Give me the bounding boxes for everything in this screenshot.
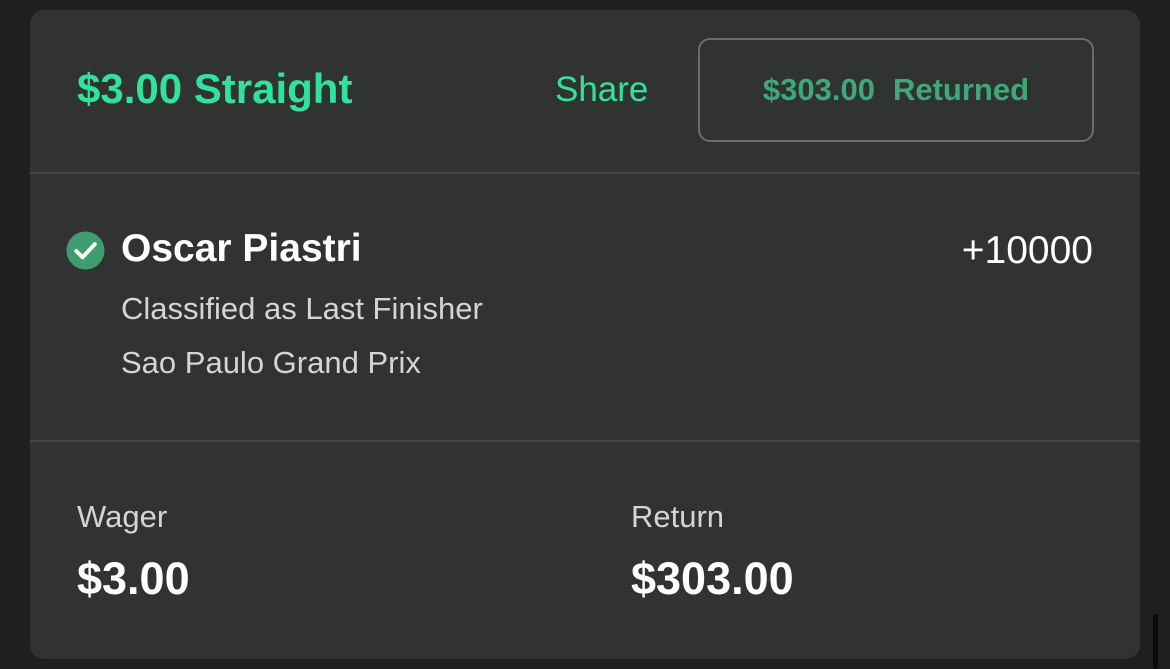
bet-title: $3.00 Straight bbox=[77, 65, 353, 112]
selection-event: Sao Paulo Grand Prix bbox=[121, 345, 421, 380]
return-value: $303.00 bbox=[631, 553, 794, 604]
bet-selection: Oscar Piastri +10000 Classified as Last … bbox=[30, 174, 1140, 440]
selection-name: Oscar Piastri bbox=[121, 227, 362, 270]
returned-label: Returned bbox=[892, 72, 1030, 107]
share-button[interactable]: Share bbox=[555, 69, 648, 111]
selection-market: Classified as Last Finisher bbox=[121, 291, 483, 326]
returned-amount: $303.00 bbox=[762, 72, 875, 107]
check-circle-icon bbox=[66, 231, 105, 270]
bet-totals: Wager $3.00 Return $303.00 bbox=[30, 442, 1140, 659]
returned-status-badge: $303.00 Returned bbox=[698, 38, 1094, 142]
scrollbar[interactable] bbox=[1153, 614, 1158, 669]
return-label: Return bbox=[631, 499, 725, 534]
wager-label: Wager bbox=[77, 499, 168, 534]
bet-card-header: $3.00 Straight Share $303.00 Returned bbox=[30, 10, 1140, 172]
wager-value: $3.00 bbox=[77, 553, 190, 604]
bet-card: $3.00 Straight Share $303.00 Returned Os… bbox=[30, 10, 1140, 659]
selection-odds: +10000 bbox=[961, 229, 1093, 272]
